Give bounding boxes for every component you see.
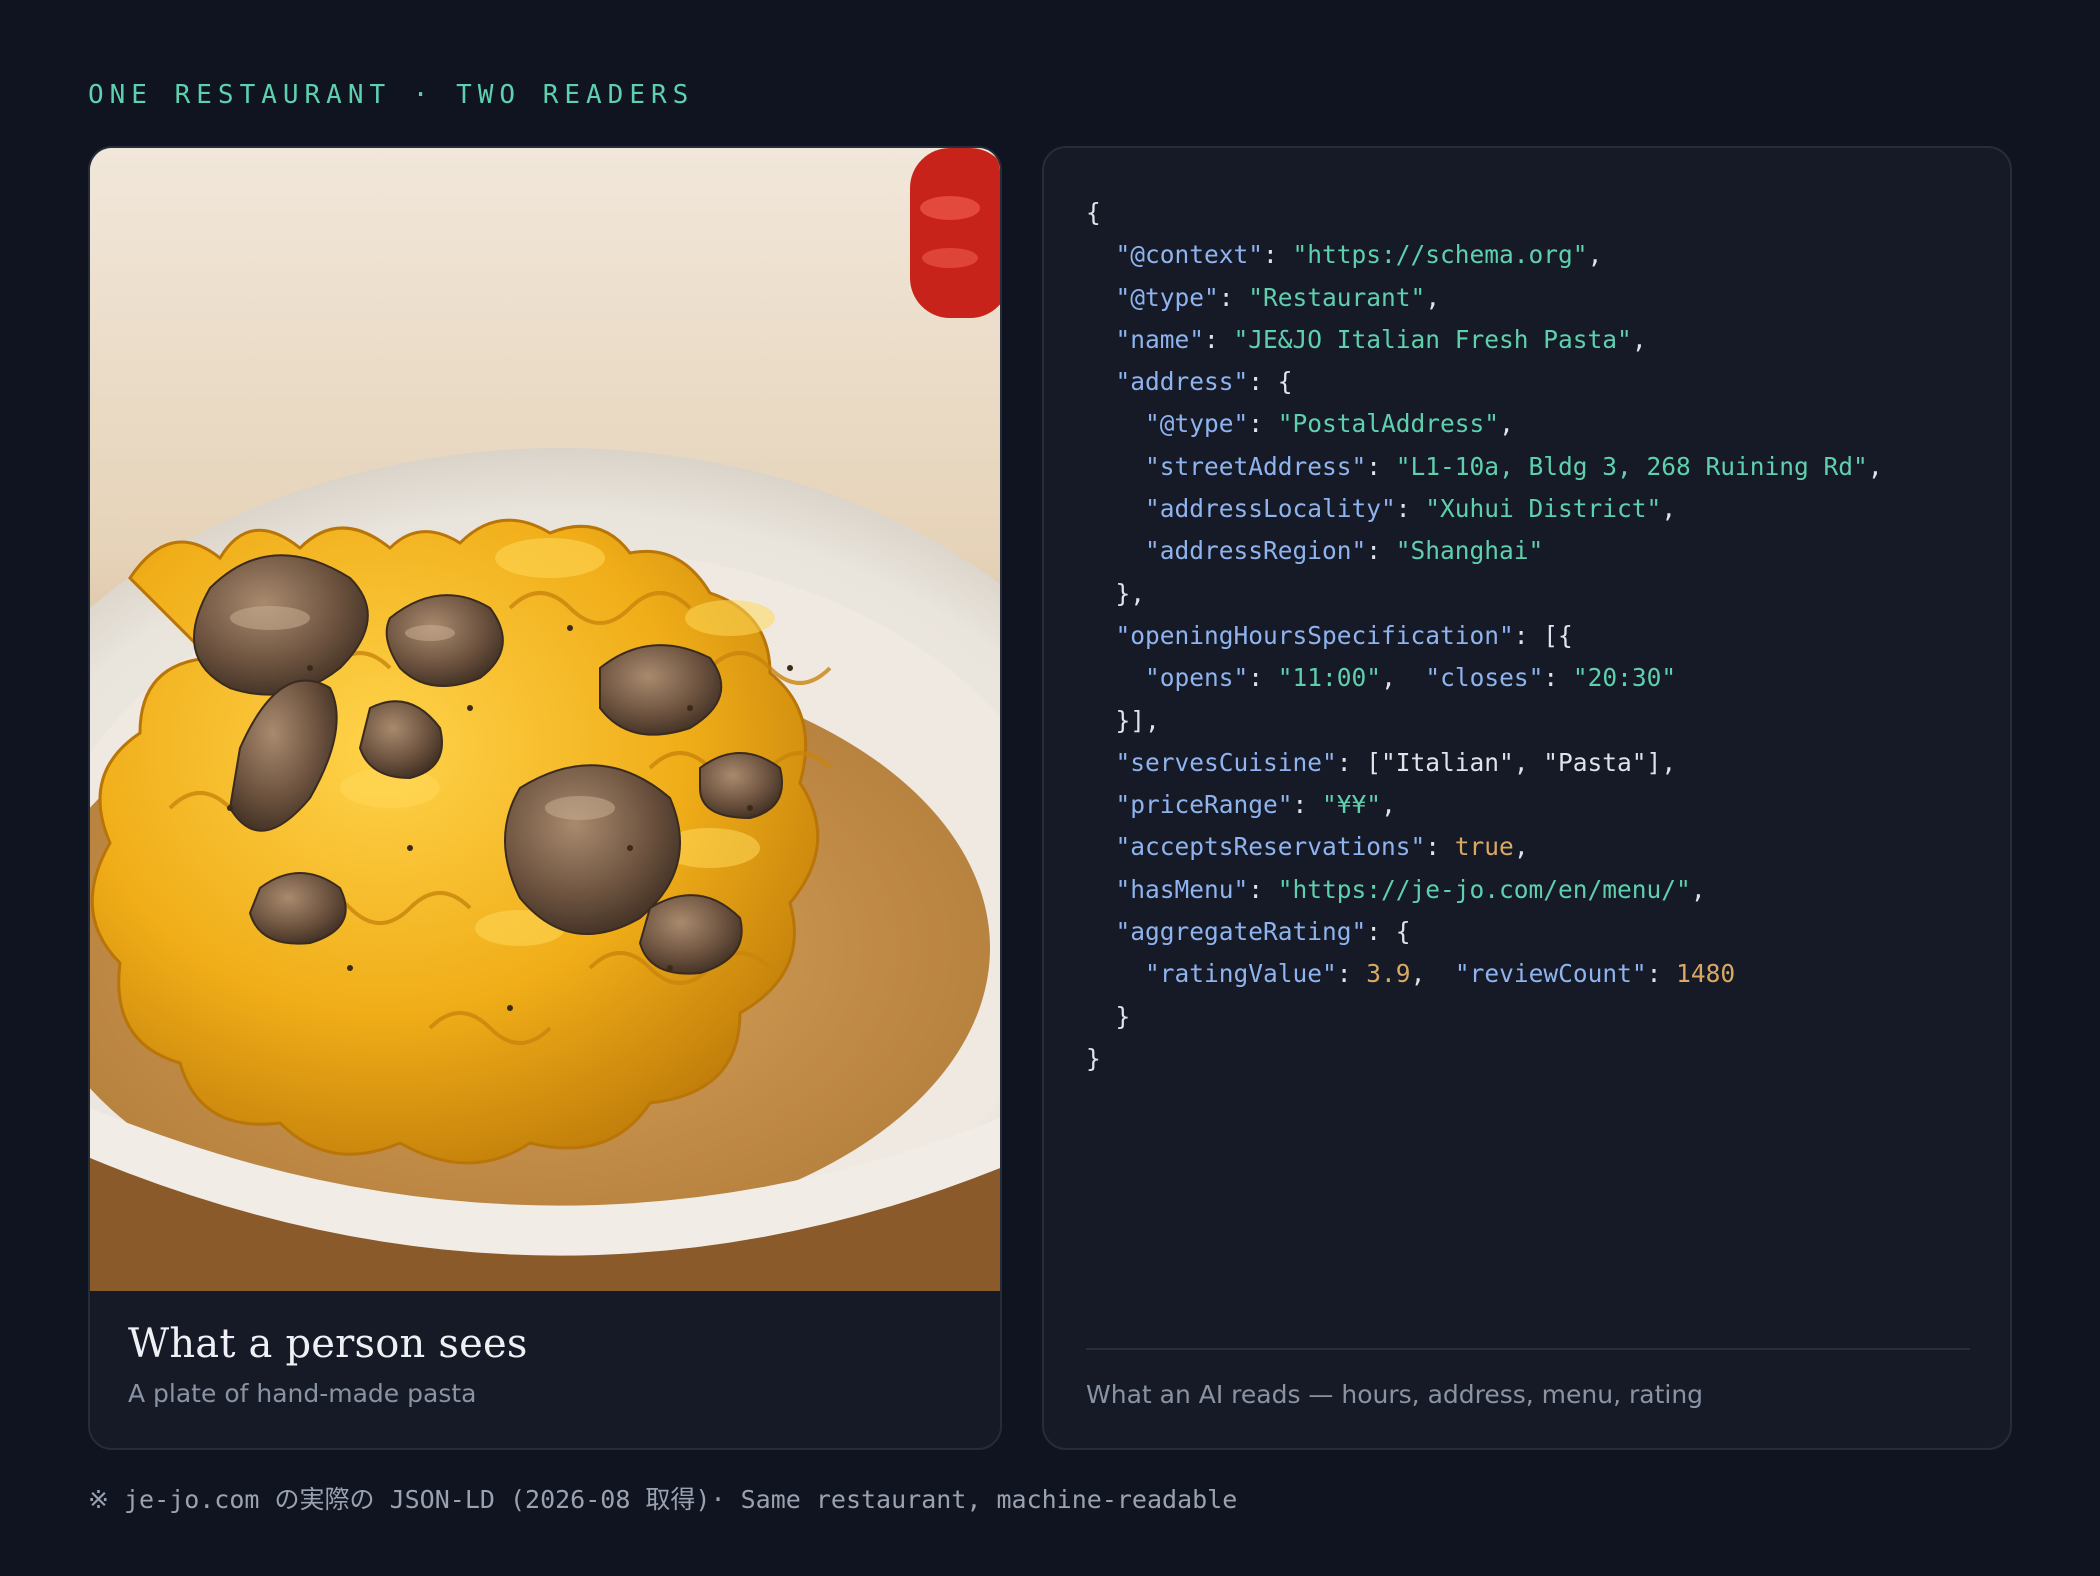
ai-card: { "@context": "https://schema.org", "@ty… bbox=[1042, 146, 2012, 1450]
pasta-photo bbox=[90, 148, 1000, 1291]
code-brace: { bbox=[1086, 198, 1101, 227]
eyebrow-label: ONE RESTAURANT · TWO READERS bbox=[88, 80, 695, 110]
ai-card-divider bbox=[1086, 1348, 1970, 1350]
person-caption-title: What a person sees bbox=[128, 1321, 528, 1367]
json-ld-code-block: { "@context": "https://schema.org", "@ty… bbox=[1086, 198, 1883, 1073]
footnote: ※ je-jo.com の実際の JSON-LD (2026-08 取得)· S… bbox=[88, 1485, 1238, 1514]
person-card: What a person sees A plate of hand-made … bbox=[88, 146, 1002, 1450]
person-caption-subtitle: A plate of hand-made pasta bbox=[128, 1379, 477, 1408]
ai-caption: What an AI reads — hours, address, menu,… bbox=[1086, 1380, 1704, 1409]
person-caption: What a person sees A plate of hand-made … bbox=[90, 1291, 1000, 1448]
